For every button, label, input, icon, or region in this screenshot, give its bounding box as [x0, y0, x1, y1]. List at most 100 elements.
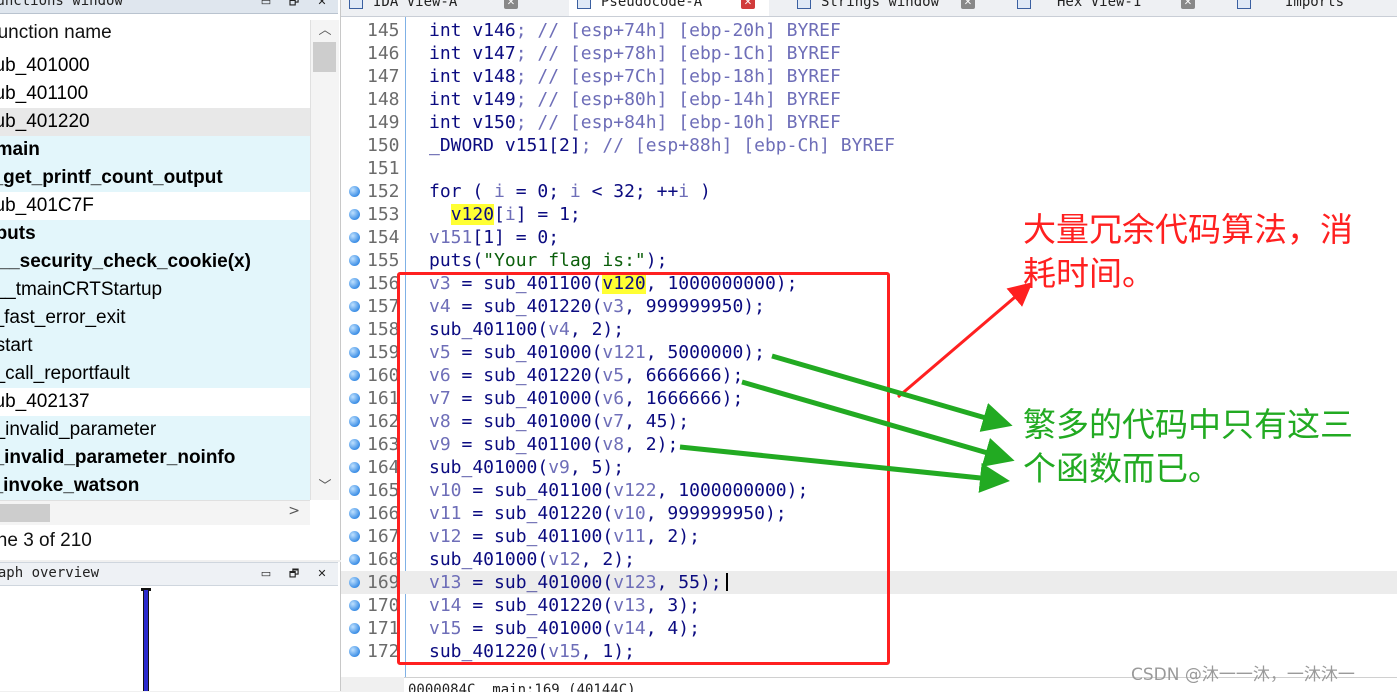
function-row[interactable]: _puts: [0, 220, 310, 248]
function-row[interactable]: @__security_check_cookie(x): [0, 248, 310, 276]
function-row[interactable]: __invoke_watson: [0, 472, 310, 500]
green-annotation-line1: 繁多的代码中只有这三: [1023, 405, 1353, 444]
function-row[interactable]: __invalid_parameter: [0, 416, 310, 444]
function-name: _puts: [0, 223, 36, 244]
code-token: for (: [429, 181, 495, 202]
close-icon[interactable]: ✕: [314, 566, 330, 582]
function-name: sub_401C7F: [0, 195, 94, 216]
breakpoint-dot-icon[interactable]: [349, 531, 360, 542]
breakpoint-dot-icon[interactable]: [349, 370, 360, 381]
tab-strings-window[interactable]: Strings window ✕: [789, 0, 989, 16]
close-icon[interactable]: ✕: [314, 0, 330, 10]
function-row[interactable]: sub_401000: [0, 52, 310, 80]
scroll-right-icon[interactable]: >: [288, 503, 300, 519]
restore-icon[interactable]: ▭: [258, 0, 274, 10]
code-token: i: [678, 181, 690, 202]
code-line[interactable]: 151: [341, 157, 1397, 180]
code-text: puts("Your flag is:");: [429, 249, 667, 272]
tab-imports[interactable]: Imports: [1229, 0, 1397, 16]
function-name-column-header[interactable]: Function name: [0, 20, 310, 46]
scroll-up-icon[interactable]: ︿: [311, 22, 339, 40]
code-line[interactable]: 150 _DWORD v151[2]; // [esp+88h] [ebp-Ch]…: [341, 134, 1397, 157]
red-annotation: 大量冗余代码算法，消 耗时间。: [1023, 208, 1353, 296]
function-row[interactable]: _start: [0, 332, 310, 360]
code-line[interactable]: 147 int v148; // [esp+7Ch] [ebp-18h] BYRE…: [341, 65, 1397, 88]
line-count: Line 3 of 210: [0, 530, 92, 551]
code-token: int: [429, 66, 473, 87]
breakpoint-dot-icon[interactable]: [349, 347, 360, 358]
code-line[interactable]: 146 int v147; // [esp+78h] [ebp-1Ch] BYRE…: [341, 42, 1397, 65]
breakpoint-dot-icon[interactable]: [349, 393, 360, 404]
close-icon[interactable]: ✕: [1181, 0, 1195, 9]
code-text: v120[i] = 1;: [429, 203, 581, 226]
function-name: @__security_check_cookie(x): [0, 251, 251, 272]
code-line[interactable]: 149 int v150; // [esp+84h] [ebp-10h] BYRE…: [341, 111, 1397, 134]
breakpoint-dot-icon[interactable]: [349, 209, 360, 220]
function-row[interactable]: __fast_error_exit: [0, 304, 310, 332]
restore-icon[interactable]: ▭: [258, 566, 274, 582]
code-token: ; // [esp+74h] [ebp-20h] BYREF: [515, 20, 841, 41]
code-text: int v147; // [esp+78h] [ebp-1Ch] BYREF: [429, 42, 841, 65]
code-line[interactable]: 148 int v149; // [esp+80h] [ebp-14h] BYRE…: [341, 88, 1397, 111]
scroll-down-icon[interactable]: ﹀: [311, 478, 339, 496]
code-token: v150: [472, 112, 516, 133]
vertical-scroll-thumb[interactable]: [313, 42, 336, 72]
breakpoint-dot-icon[interactable]: [349, 232, 360, 243]
highlighted-token: v120: [450, 204, 495, 225]
function-name: _main: [0, 139, 40, 160]
code-text: int v149; // [esp+80h] [ebp-14h] BYREF: [429, 88, 841, 111]
close-icon[interactable]: ✕: [961, 0, 975, 9]
line-number: 154: [367, 227, 400, 248]
tab-pseudocode-a[interactable]: Pseudocode-A ✕: [569, 0, 769, 16]
breakpoint-dot-icon[interactable]: [349, 186, 360, 197]
line-number: 148: [367, 89, 400, 110]
function-row[interactable]: __get_printf_count_output: [0, 164, 310, 192]
breakpoint-dot-icon[interactable]: [349, 623, 360, 634]
tab-label: Imports: [1285, 0, 1345, 10]
breakpoint-dot-icon[interactable]: [349, 416, 360, 427]
breakpoint-dot-icon[interactable]: [349, 301, 360, 312]
float-icon[interactable]: 🗗: [286, 0, 302, 10]
breakpoint-dot-icon[interactable]: [349, 278, 360, 289]
tab-hex-view-1[interactable]: Hex View-1 ✕: [1009, 0, 1209, 16]
close-icon[interactable]: ✕: [741, 0, 755, 9]
horizontal-scrollbar[interactable]: >: [0, 500, 310, 525]
breakpoint-dot-icon[interactable]: [349, 324, 360, 335]
function-row[interactable]: __call_reportfault: [0, 360, 310, 388]
code-token: i: [494, 181, 505, 202]
breakpoint-dot-icon[interactable]: [349, 646, 360, 657]
breakpoint-dot-icon[interactable]: [349, 439, 360, 450]
function-row[interactable]: __invalid_parameter_noinfo: [0, 444, 310, 472]
float-icon[interactable]: 🗗: [286, 566, 302, 582]
function-row[interactable]: _main: [0, 136, 310, 164]
function-row[interactable]: sub_401100: [0, 80, 310, 108]
horizontal-scroll-thumb[interactable]: [0, 504, 50, 522]
function-row[interactable]: sub_401220: [0, 108, 310, 136]
breakpoint-dot-icon[interactable]: [349, 255, 360, 266]
breakpoint-dot-icon[interactable]: [349, 554, 360, 565]
red-annotation-line1: 大量冗余代码算法，消: [1023, 210, 1353, 249]
code-token: );: [645, 250, 668, 271]
function-row[interactable]: ___tmainCRTStartup: [0, 276, 310, 304]
code-token: ; // [esp+88h] [ebp-Ch] BYREF: [580, 135, 895, 156]
close-icon[interactable]: ✕: [504, 0, 518, 9]
breakpoint-dot-icon[interactable]: [349, 508, 360, 519]
code-line[interactable]: 145 int v146; // [esp+74h] [ebp-20h] BYRE…: [341, 19, 1397, 42]
graph-overview-title: Graph overview: [0, 565, 100, 581]
tab-ida-view-a[interactable]: IDA View-A ✕: [349, 0, 529, 16]
code-token: puts(: [429, 250, 484, 271]
code-token: ): [689, 181, 711, 202]
graph-overview-viewport[interactable]: [143, 590, 149, 691]
code-text: int v148; // [esp+7Ch] [ebp-18h] BYREF: [429, 65, 841, 88]
breakpoint-dot-icon[interactable]: [349, 577, 360, 588]
vertical-scrollbar[interactable]: ︿ ﹀: [310, 20, 339, 500]
function-row[interactable]: sub_401C7F: [0, 192, 310, 220]
breakpoint-dot-icon[interactable]: [349, 600, 360, 611]
breakpoint-dot-icon[interactable]: [349, 485, 360, 496]
breakpoint-dot-icon[interactable]: [349, 462, 360, 473]
function-name: sub_401100: [0, 83, 89, 104]
code-token: < 32; ++: [580, 181, 679, 202]
line-number: 145: [367, 20, 400, 41]
code-line[interactable]: 152 for ( i = 0; i < 32; ++i ): [341, 180, 1397, 203]
function-row[interactable]: sub_402137: [0, 388, 310, 416]
